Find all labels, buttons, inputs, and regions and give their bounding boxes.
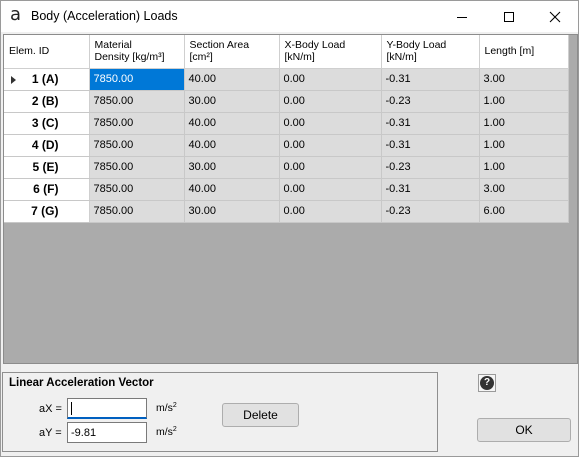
ax-input[interactable] <box>67 398 147 419</box>
elem-id: 5 (E) <box>32 160 59 174</box>
column-header-x-body-load[interactable]: X-Body Load [kN/m] <box>279 35 382 69</box>
density-cell[interactable]: 7850.00 <box>89 156 185 179</box>
help-button[interactable]: ? <box>478 374 496 392</box>
row-header[interactable]: 1 (A) <box>4 68 90 91</box>
table-row[interactable]: 1 (A) 7850.00 40.00 0.00 -0.31 3.00 <box>4 68 569 91</box>
title-bar: a Body (Acceleration) Loads <box>1 1 578 32</box>
density-cell[interactable]: 7850.00 <box>89 90 185 113</box>
area-cell[interactable]: 40.00 <box>184 134 280 157</box>
elem-id: 6 (F) <box>33 182 59 196</box>
loads-table: Elem. ID Material Density [kg/m³] Section… <box>4 35 569 223</box>
column-header-length[interactable]: Length [m] <box>479 35 569 69</box>
table-row[interactable]: 5 (E) 7850.00 30.00 0.00 -0.23 1.00 <box>4 156 569 179</box>
row-header[interactable]: 4 (D) <box>4 134 90 157</box>
elem-id: 2 (B) <box>31 94 59 108</box>
column-header-elem-id[interactable]: Elem. ID <box>4 35 90 69</box>
window-title: Body (Acceleration) Loads <box>31 9 178 23</box>
density-cell[interactable]: 7850.00 <box>89 68 185 91</box>
area-cell[interactable]: 30.00 <box>184 200 280 223</box>
density-cell[interactable]: 7850.00 <box>89 112 185 135</box>
length-cell[interactable]: 1.00 <box>479 90 569 113</box>
ax-unit: m/s2 <box>156 402 177 414</box>
x-load-cell[interactable]: 0.00 <box>279 68 382 91</box>
linear-acceleration-group: Linear Acceleration Vector aX = m/s2 aY … <box>2 372 438 452</box>
y-load-cell[interactable]: -0.31 <box>381 178 480 201</box>
length-cell[interactable]: 1.00 <box>479 134 569 157</box>
maximize-icon <box>504 11 514 22</box>
row-header[interactable]: 7 (G) <box>4 200 90 223</box>
close-button[interactable] <box>532 1 578 32</box>
length-cell[interactable]: 3.00 <box>479 178 569 201</box>
app-icon: a <box>10 4 22 25</box>
minimize-button[interactable] <box>439 1 485 32</box>
elem-id: 1 (A) <box>31 72 59 86</box>
y-load-cell[interactable]: -0.23 <box>381 200 480 223</box>
density-cell[interactable]: 7850.00 <box>89 200 185 223</box>
loads-grid[interactable]: Elem. ID Material Density [kg/m³] Section… <box>3 34 578 364</box>
current-row-arrow-icon <box>11 75 16 84</box>
text-caret <box>71 402 72 415</box>
header-row: Elem. ID Material Density [kg/m³] Section… <box>4 35 569 69</box>
column-header-y-body-load[interactable]: Y-Body Load [kN/m] <box>381 35 480 69</box>
x-load-cell[interactable]: 0.00 <box>279 134 382 157</box>
elem-id: 3 (C) <box>31 116 59 130</box>
y-load-cell[interactable]: -0.31 <box>381 134 480 157</box>
area-cell[interactable]: 40.00 <box>184 68 280 91</box>
ok-button[interactable]: OK <box>477 418 571 442</box>
table-row[interactable]: 3 (C) 7850.00 40.00 0.00 -0.31 1.00 <box>4 112 569 135</box>
area-cell[interactable]: 30.00 <box>184 90 280 113</box>
column-header-section-area[interactable]: Section Area [cm²] <box>184 35 280 69</box>
ay-value: -9.81 <box>71 427 97 439</box>
help-icon: ? <box>480 376 494 390</box>
row-header[interactable]: 6 (F) <box>4 178 90 201</box>
row-header[interactable]: 5 (E) <box>4 156 90 179</box>
length-cell[interactable]: 6.00 <box>479 200 569 223</box>
column-header-density[interactable]: Material Density [kg/m³] <box>89 35 185 69</box>
area-cell[interactable]: 40.00 <box>184 112 280 135</box>
ay-unit: m/s2 <box>156 426 177 438</box>
elem-id: 4 (D) <box>31 138 59 152</box>
density-cell[interactable]: 7850.00 <box>89 178 185 201</box>
x-load-cell[interactable]: 0.00 <box>279 178 382 201</box>
group-title: Linear Acceleration Vector <box>9 377 154 389</box>
ay-label: aY = <box>39 427 62 439</box>
x-load-cell[interactable]: 0.00 <box>279 112 382 135</box>
area-cell[interactable]: 40.00 <box>184 178 280 201</box>
ay-input[interactable]: -9.81 <box>67 422 147 443</box>
length-cell[interactable]: 1.00 <box>479 156 569 179</box>
row-header[interactable]: 2 (B) <box>4 90 90 113</box>
close-icon <box>549 11 561 22</box>
minimize-icon <box>457 16 467 18</box>
x-load-cell[interactable]: 0.00 <box>279 90 382 113</box>
delete-button[interactable]: Delete <box>222 403 299 427</box>
table-row[interactable]: 6 (F) 7850.00 40.00 0.00 -0.31 3.00 <box>4 178 569 201</box>
length-cell[interactable]: 1.00 <box>479 112 569 135</box>
table-row[interactable]: 4 (D) 7850.00 40.00 0.00 -0.31 1.00 <box>4 134 569 157</box>
x-load-cell[interactable]: 0.00 <box>279 200 382 223</box>
length-cell[interactable]: 3.00 <box>479 68 569 91</box>
y-load-cell[interactable]: -0.23 <box>381 156 480 179</box>
x-load-cell[interactable]: 0.00 <box>279 156 382 179</box>
y-load-cell[interactable]: -0.31 <box>381 68 480 91</box>
dialog-window: a Body (Acceleration) Loads Elem. ID Mat… <box>0 0 579 457</box>
y-load-cell[interactable]: -0.23 <box>381 90 480 113</box>
density-cell[interactable]: 7850.00 <box>89 134 185 157</box>
table-row[interactable]: 7 (G) 7850.00 30.00 0.00 -0.23 6.00 <box>4 200 569 223</box>
row-header[interactable]: 3 (C) <box>4 112 90 135</box>
ax-label: aX = <box>39 403 62 415</box>
table-row[interactable]: 2 (B) 7850.00 30.00 0.00 -0.23 1.00 <box>4 90 569 113</box>
elem-id: 7 (G) <box>31 204 59 218</box>
y-load-cell[interactable]: -0.31 <box>381 112 480 135</box>
maximize-button[interactable] <box>486 1 532 32</box>
area-cell[interactable]: 30.00 <box>184 156 280 179</box>
